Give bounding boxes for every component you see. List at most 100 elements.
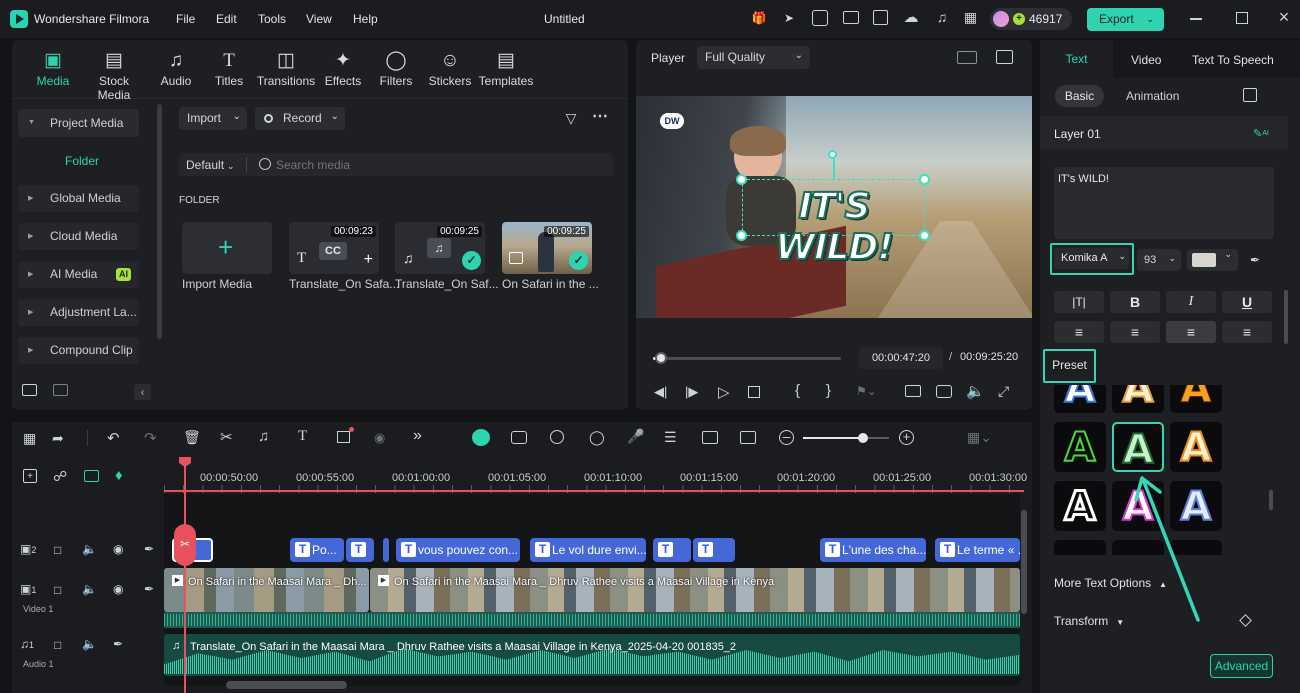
snapshot-icon[interactable] bbox=[936, 385, 952, 398]
timeline-horizontal-scrollbar[interactable] bbox=[226, 681, 347, 689]
audio-mixer-icon[interactable]: ☰ bbox=[664, 429, 677, 446]
align-right-button[interactable]: ≡ bbox=[1110, 321, 1160, 343]
resize-handle-br[interactable] bbox=[919, 230, 930, 241]
player-progress-knob[interactable] bbox=[654, 352, 667, 364]
video-preview[interactable]: DW IT'S WILD! bbox=[636, 96, 1032, 318]
sidebar-item-project-media[interactable]: ▼ Project Media bbox=[18, 109, 139, 137]
media-item-1[interactable]: CC T 00:09:23 + bbox=[289, 222, 379, 274]
play-icon[interactable]: ▷ bbox=[718, 383, 730, 401]
menu-edit[interactable]: Edit bbox=[216, 12, 237, 26]
more-text-options-toggle[interactable]: More Text Options ▲ bbox=[1054, 576, 1167, 590]
text-clip[interactable]: T bbox=[346, 538, 374, 562]
text-clip[interactable]: T bbox=[653, 538, 691, 562]
media-item-2[interactable]: ♫ ♫ 00:09:25 ✓ bbox=[395, 222, 485, 274]
volume-icon[interactable]: 🔈 bbox=[966, 382, 985, 400]
stop-icon[interactable] bbox=[748, 386, 760, 398]
subtab-animation[interactable]: Animation bbox=[1126, 89, 1179, 103]
credits-pill[interactable]: + 46917 bbox=[990, 8, 1072, 30]
preset-label-box[interactable]: Preset bbox=[1043, 349, 1096, 383]
sidebar-item-compound-clip[interactable]: ▶ Compound Clip bbox=[18, 337, 139, 364]
headset-icon[interactable]: ♫ bbox=[933, 8, 951, 26]
redo-icon[interactable]: ↷ bbox=[144, 429, 157, 447]
underline-button[interactable]: U bbox=[1222, 291, 1272, 313]
send-icon[interactable]: ➤ bbox=[781, 10, 797, 26]
quality-dropdown[interactable]: Full Quality ⌄ bbox=[697, 46, 810, 69]
bold-button[interactable]: B bbox=[1110, 291, 1160, 313]
audio-clip[interactable]: ♫ Translate_On Safari in the Maasai Mara… bbox=[164, 634, 1020, 676]
track-effect-icon[interactable]: ✒ bbox=[144, 542, 154, 556]
monitor-icon[interactable] bbox=[843, 11, 859, 24]
tab-effects[interactable]: ✦ Effects bbox=[313, 48, 373, 88]
mark-in-icon[interactable]: { bbox=[795, 382, 800, 399]
folder-icon[interactable] bbox=[53, 384, 68, 396]
more-options-icon[interactable]: ⋯ bbox=[591, 108, 609, 125]
font-size-dropdown[interactable]: 93 ⌄ bbox=[1137, 249, 1181, 271]
search-input[interactable] bbox=[276, 156, 596, 174]
waveform-icon[interactable] bbox=[996, 50, 1013, 64]
effect-icon[interactable]: ◉ bbox=[374, 430, 385, 446]
delete-icon[interactable]: 🗑 bbox=[183, 429, 201, 446]
import-media-tile[interactable]: + bbox=[182, 222, 272, 274]
preset-style-2[interactable]: A bbox=[1112, 385, 1164, 413]
video-clip[interactable]: On Safari in the Maasai Mara _ Dh... ▶ bbox=[164, 568, 369, 612]
tab-video[interactable]: Video bbox=[1131, 53, 1161, 67]
player-progress-track[interactable] bbox=[653, 357, 841, 360]
sidebar-item-cloud-media[interactable]: ▶ Cloud Media bbox=[18, 223, 139, 250]
preset-style-5-selected[interactable]: A bbox=[1112, 422, 1164, 472]
text-clip[interactable]: T bbox=[693, 538, 735, 562]
rotate-handle[interactable] bbox=[828, 150, 837, 159]
font-dropdown[interactable]: Komika A ⌄ bbox=[1050, 243, 1134, 275]
filter-icon[interactable]: ▽ bbox=[562, 110, 580, 126]
tab-media[interactable]: ▣ Media bbox=[23, 48, 83, 88]
track-effect-icon[interactable]: ✒ bbox=[113, 637, 123, 651]
lock-icon[interactable]: □ bbox=[54, 543, 61, 557]
text-clip[interactable]: TLe terme « ... bbox=[935, 538, 1020, 562]
menu-help[interactable]: Help bbox=[353, 12, 378, 26]
sidebar-item-adjustment-layer[interactable]: ▶ Adjustment La... bbox=[18, 299, 139, 326]
transform-toggle[interactable]: Transform ▼ bbox=[1054, 614, 1124, 628]
tab-audio[interactable]: ♫ Audio bbox=[146, 48, 206, 88]
select-tool-icon[interactable]: ➦ bbox=[52, 430, 64, 447]
gift-icon[interactable]: 🎁 bbox=[751, 10, 767, 26]
zoom-out-icon[interactable]: – bbox=[779, 429, 794, 445]
clipboard-icon[interactable] bbox=[812, 10, 828, 26]
timeline-vertical-scrollbar[interactable] bbox=[1021, 510, 1027, 614]
record-dropdown[interactable]: Record ⌄ bbox=[255, 107, 345, 130]
new-folder-icon[interactable] bbox=[22, 384, 37, 396]
track-settings-icon[interactable] bbox=[84, 470, 99, 482]
next-frame-icon[interactable]: |▶ bbox=[685, 384, 698, 400]
eye-icon[interactable]: ◉ bbox=[113, 542, 123, 556]
import-dropdown[interactable]: Import ⌄ bbox=[179, 107, 247, 130]
overlay-text[interactable]: IT'S WILD! bbox=[736, 185, 932, 269]
audio-edit-icon[interactable]: ♫ bbox=[258, 428, 269, 445]
tab-filters[interactable]: ◯ Filters bbox=[366, 48, 426, 88]
text-spacing-button[interactable]: |T| bbox=[1054, 291, 1104, 313]
resize-handle-tr[interactable] bbox=[919, 174, 930, 185]
mute-icon[interactable]: 🔈 bbox=[82, 542, 97, 556]
add-track-icon[interactable]: + bbox=[23, 469, 37, 483]
collapse-panel-button[interactable]: ‹ bbox=[134, 384, 151, 400]
preset-style-6[interactable]: A bbox=[1170, 422, 1222, 472]
marker-icon[interactable]: ⚑⌄ bbox=[856, 384, 877, 398]
speed-icon[interactable] bbox=[550, 430, 564, 444]
snap-icon[interactable]: ♦ bbox=[115, 467, 123, 484]
sort-dropdown[interactable]: Default ⌄ bbox=[186, 158, 235, 172]
text-content-input[interactable]: IT's WILD! bbox=[1054, 167, 1274, 239]
resize-handle-tl[interactable] bbox=[736, 174, 747, 185]
link-icon[interactable]: ☍ bbox=[53, 468, 67, 485]
text-clip[interactable]: T Le vol dure envi... bbox=[530, 538, 646, 562]
zoom-in-icon[interactable]: + bbox=[899, 430, 914, 445]
preset-style-7[interactable]: A bbox=[1054, 481, 1106, 531]
tab-transitions[interactable]: ◫ Transitions bbox=[256, 48, 316, 88]
tab-text[interactable]: Text bbox=[1040, 40, 1113, 78]
italic-button[interactable]: I bbox=[1166, 291, 1216, 313]
export-button[interactable]: Export ⌄ bbox=[1087, 8, 1164, 31]
mark-out-icon[interactable]: } bbox=[826, 382, 831, 399]
split-marker-icon[interactable]: ✂ bbox=[174, 524, 196, 566]
color-picker-dropdown[interactable]: ⌄ bbox=[1187, 249, 1238, 271]
maximize-icon[interactable] bbox=[1236, 12, 1248, 24]
snapshot-timeline-icon[interactable] bbox=[702, 431, 718, 444]
fullscreen-icon[interactable]: ⤢ bbox=[998, 383, 1009, 400]
menu-view[interactable]: View bbox=[306, 12, 332, 26]
subtab-basic[interactable]: Basic bbox=[1055, 85, 1104, 107]
